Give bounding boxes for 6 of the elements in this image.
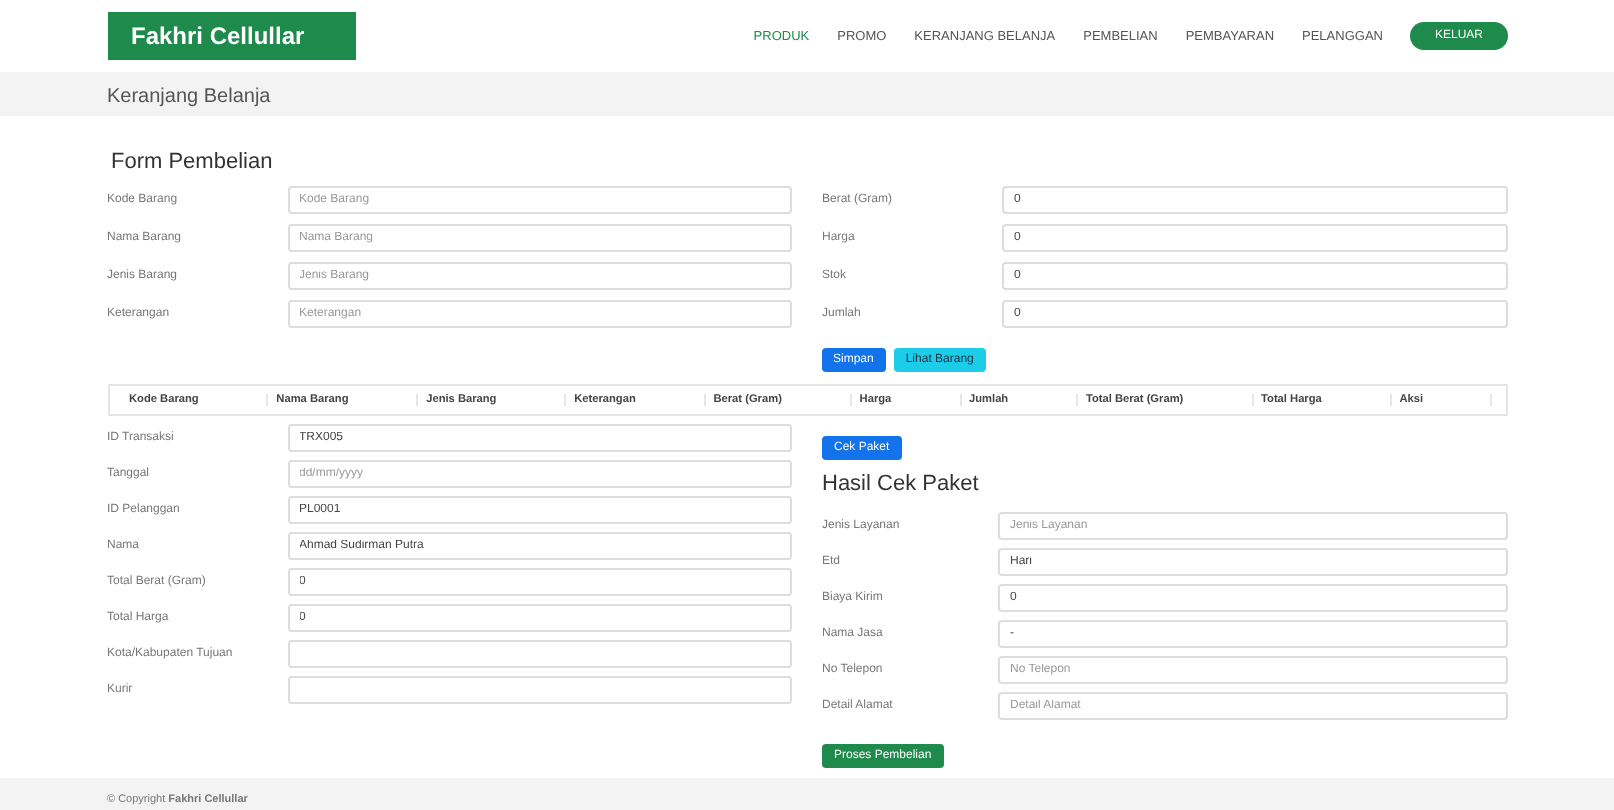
input-field[interactable] — [287, 640, 792, 668]
page-title: Keranjang Belanja — [107, 86, 271, 108]
input-field[interactable] — [287, 676, 792, 704]
brand-logo[interactable]: Fakhri Cellullar — [107, 12, 355, 60]
form-title: Form Pembelian — [111, 150, 275, 174]
section-title: Hasil Cek Paket — [822, 472, 981, 496]
